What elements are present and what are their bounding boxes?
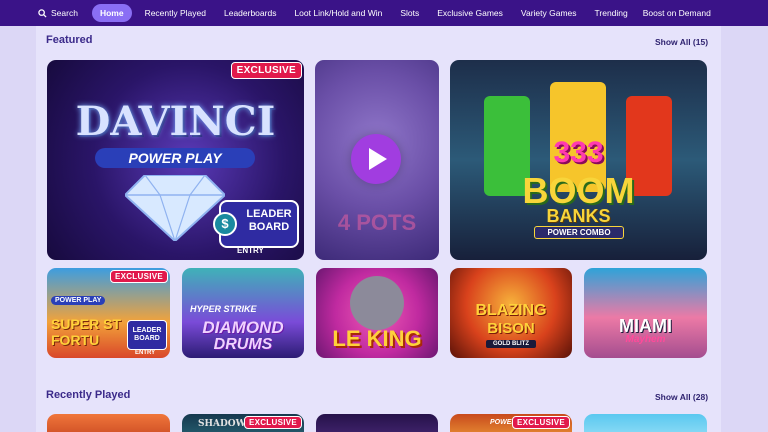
game-subtitle: POWER PLAY: [51, 296, 106, 305]
nav-tab-leaderboards[interactable]: Leaderboards: [224, 8, 276, 18]
recent-game-tile-2[interactable]: SHADOW EXCLUSIVE: [182, 414, 304, 432]
game-subtitle: POWER PLAY: [95, 148, 255, 168]
exclusive-badge: EXCLUSIVE: [243, 416, 302, 429]
exclusive-badge: EXCLUSIVE: [230, 62, 302, 79]
nav-tab-recently-played[interactable]: Recently Played: [145, 8, 206, 18]
game-tile-4-pots[interactable]: 4 POTS: [315, 60, 439, 260]
nav-search-label: Search: [51, 8, 78, 18]
game-subtitle: Mayhem: [625, 334, 666, 345]
diamond-icon: [125, 175, 225, 241]
nav-tab-exclusive-games[interactable]: Exclusive Games: [437, 8, 503, 18]
game-title: 4 POTS: [337, 210, 417, 235]
game-tile-diamond-drums[interactable]: HYPER STRIKE DIAMOND DRUMS: [182, 268, 304, 358]
entry-label: ENTRY: [135, 350, 156, 356]
exclusive-badge: EXCLUSIVE: [511, 416, 570, 429]
game-tag: GOLD BLITZ: [486, 340, 536, 348]
play-button[interactable]: [351, 134, 401, 184]
recently-played-title: Recently Played: [46, 389, 131, 401]
nav-tab-variety-games[interactable]: Variety Games: [521, 8, 577, 18]
game-title: LE KING: [332, 326, 422, 351]
recent-game-tile-1[interactable]: [47, 414, 170, 432]
game-subtitle: HYPER STRIKE: [190, 304, 257, 314]
game-tile-boom-banks[interactable]: 333 BOOM BANKS POWER COMBO: [450, 60, 707, 260]
entry-label: ENTRY: [237, 246, 264, 255]
nav-tab-slots[interactable]: Slots: [400, 8, 419, 18]
recently-played-show-all[interactable]: Show All (28): [655, 392, 708, 402]
game-title: DIAMOND: [202, 318, 284, 337]
game-number: 333: [553, 136, 604, 169]
recent-game-tile-4[interactable]: POWER EXCLUSIVE: [450, 414, 572, 432]
game-tag: POWER COMBO: [534, 226, 624, 239]
recent-game-tile-5[interactable]: [584, 414, 707, 432]
game-tile-super-fortune[interactable]: EXCLUSIVE POWER PLAY SUPER ST FORTU LEAD…: [47, 268, 170, 358]
featured-show-all[interactable]: Show All (15): [655, 37, 708, 47]
nav-tab-boost-on-demand[interactable]: Boost on Demand: [643, 8, 711, 18]
featured-title: Featured: [46, 34, 93, 46]
leaderboard-badge: $ LEADER BOARD: [213, 200, 299, 248]
nav-tab-trending[interactable]: Trending: [595, 8, 628, 18]
game-title: DAVINCI: [75, 98, 276, 145]
game-title-line2: BISON: [487, 320, 535, 337]
game-title: SUPER ST FORTU: [51, 316, 122, 348]
game-tile-le-king[interactable]: LE KING: [316, 268, 438, 358]
game-tile-miami-mayhem[interactable]: MIAMI Mayhem: [584, 268, 707, 358]
top-nav: Search Home Recently Played Leaderboards…: [0, 0, 768, 26]
play-icon: [369, 148, 387, 170]
game-title-line2: DRUMS: [213, 336, 273, 353]
exclusive-badge: EXCLUSIVE: [109, 270, 168, 283]
content-panel: Featured Show All (15) EXCLUSIVE DAVINCI…: [36, 26, 721, 432]
coin-icon: $: [213, 212, 237, 236]
character-art: [350, 276, 404, 330]
nav-search[interactable]: Search: [38, 8, 78, 18]
nav-tab-home[interactable]: Home: [91, 4, 132, 22]
leaderboard-label: LEADER BOARD: [127, 320, 167, 350]
recent-game-tile-3[interactable]: [316, 414, 438, 432]
game-title: BLAZING: [475, 302, 547, 319]
game-title: SHADOW: [198, 419, 246, 429]
search-icon: [38, 8, 47, 18]
nav-tab-loot-link[interactable]: Loot Link/Hold and Win: [294, 8, 382, 18]
leaderboard-label: LEADER BOARD: [246, 208, 292, 233]
game-subtitle: BANKS: [546, 206, 611, 226]
game-tile-blazing-bison[interactable]: BLAZING BISON GOLD BLITZ: [450, 268, 572, 358]
game-tile-davinci[interactable]: EXCLUSIVE DAVINCI POWER PLAY $ LEADER BO…: [47, 60, 304, 260]
